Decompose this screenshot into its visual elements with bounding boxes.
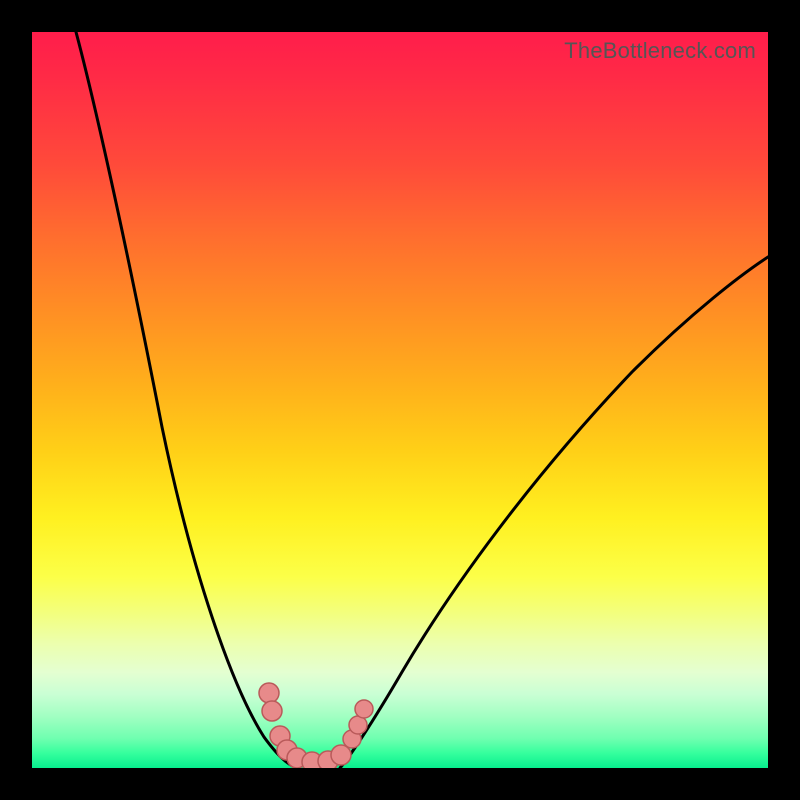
valley-dots-group: [259, 683, 373, 768]
valley-dot: [262, 701, 282, 721]
valley-dot: [331, 745, 351, 765]
right-curve: [340, 257, 768, 768]
chart-frame: TheBottleneck.com: [0, 0, 800, 800]
valley-dot: [259, 683, 279, 703]
left-curve: [76, 32, 298, 768]
curves-layer: [32, 32, 768, 768]
plot-area: TheBottleneck.com: [32, 32, 768, 768]
valley-dot: [355, 700, 373, 718]
